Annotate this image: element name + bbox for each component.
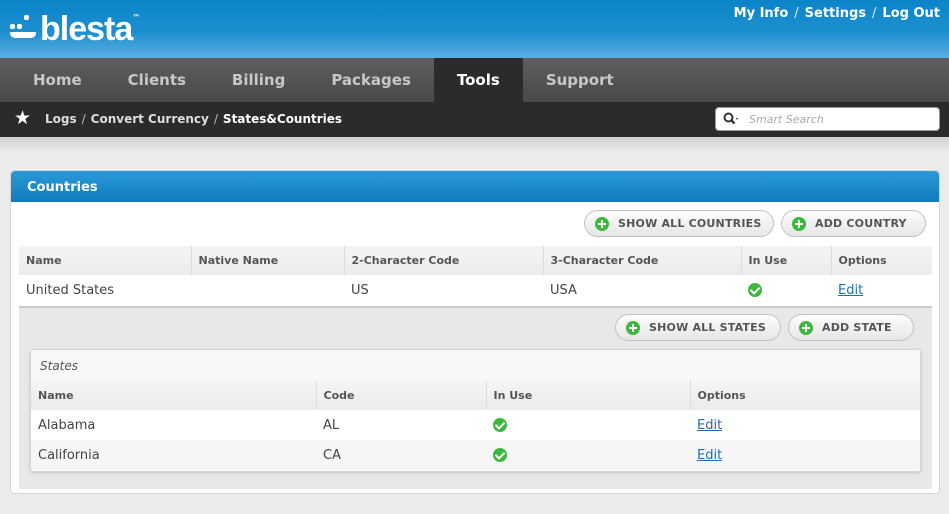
nav-item-packages[interactable]: Packages <box>308 58 434 102</box>
top-links: My Info / Settings / Log Out <box>734 6 940 21</box>
search-icon[interactable] <box>723 112 739 126</box>
countries-panel: Countries SHOW ALL COUNTRIES ADD COUNTRY… <box>10 170 940 494</box>
countries-table: Name Native Name 2-Character Code 3-Char… <box>19 246 932 305</box>
show-all-states-label: SHOW ALL STATES <box>649 321 766 334</box>
star-icon[interactable]: ★ <box>14 109 31 128</box>
main-nav: Home Clients Billing Packages Tools Supp… <box>0 58 949 102</box>
smart-search <box>715 107 940 131</box>
edit-country-link[interactable]: Edit <box>838 283 863 298</box>
breadcrumb-separator: / <box>81 112 86 126</box>
show-all-countries-button[interactable]: SHOW ALL COUNTRIES <box>584 210 774 237</box>
table-header-row: Name Code In Use Options <box>31 381 920 410</box>
states-panel: States Name Code In Use Options Alabama … <box>30 349 921 472</box>
add-country-label: ADD COUNTRY <box>815 217 907 230</box>
add-country-button[interactable]: ADD COUNTRY <box>781 210 926 237</box>
breadcrumb-separator: / <box>213 112 218 126</box>
options-cell: Edit <box>831 275 932 305</box>
column-header: In Use <box>741 246 832 275</box>
options-cell: Edit <box>690 440 920 470</box>
column-header: In Use <box>486 381 691 410</box>
column-header: 3-Character Code <box>543 246 742 275</box>
add-state-button[interactable]: ADD STATE <box>788 314 914 341</box>
state-name: California <box>31 440 316 470</box>
state-code: CA <box>316 440 486 470</box>
state-code: AL <box>323 417 340 433</box>
column-header: 2-Character Code <box>344 246 544 275</box>
breadcrumb-convert-currency[interactable]: Convert Currency <box>91 112 209 126</box>
in-use-cell <box>741 275 831 305</box>
state-name: Alabama <box>38 417 96 433</box>
options-cell: Edit <box>690 410 920 440</box>
settings-link[interactable]: Settings <box>805 6 866 21</box>
check-icon <box>748 283 762 297</box>
states-panel-title: States <box>31 350 920 381</box>
breadcrumb-logs[interactable]: Logs <box>45 112 77 126</box>
country-native-name <box>191 275 344 305</box>
link-separator: / <box>794 6 799 21</box>
logo-mark-icon <box>10 15 38 43</box>
my-info-link[interactable]: My Info <box>734 6 789 21</box>
in-use-cell <box>486 410 690 440</box>
blesta-logo[interactable]: blesta ™ <box>10 12 140 46</box>
table-row[interactable]: Alabama AL Edit <box>31 410 920 440</box>
edit-state-link[interactable]: Edit <box>697 418 722 433</box>
nav-item-tools[interactable]: Tools <box>433 58 523 102</box>
header-shadow <box>0 137 949 151</box>
check-icon <box>493 418 507 432</box>
logo-trademark: ™ <box>132 12 141 22</box>
country-code-2: US <box>351 282 369 298</box>
log-out-link[interactable]: Log Out <box>882 6 940 21</box>
breadcrumb-current: States&Countries <box>222 112 343 126</box>
link-separator: / <box>872 6 877 21</box>
nav-item-billing[interactable]: Billing <box>209 58 308 102</box>
countries-panel-title: Countries <box>11 171 939 202</box>
plus-icon <box>595 216 609 231</box>
add-state-label: ADD STATE <box>822 321 892 334</box>
column-header: Options <box>690 381 920 410</box>
nav-item-support[interactable]: Support <box>523 58 637 102</box>
country-code-3: USA <box>550 282 577 298</box>
nav-item-home[interactable]: Home <box>10 58 105 102</box>
table-row[interactable]: United States US USA Edit <box>19 275 932 305</box>
country-expanded-row: SHOW ALL STATES ADD STATE States Name Co… <box>19 306 932 489</box>
in-use-cell <box>486 440 690 470</box>
edit-state-link[interactable]: Edit <box>697 448 722 463</box>
table-row[interactable]: California CA Edit <box>31 440 920 470</box>
app-header: blesta ™ My Info / Settings / Log Out <box>0 0 949 58</box>
column-header: Code <box>316 381 487 410</box>
table-header-row: Name Native Name 2-Character Code 3-Char… <box>19 246 932 275</box>
column-header: Native Name <box>191 246 345 275</box>
column-header: Name <box>31 381 317 410</box>
breadcrumb: Logs / Convert Currency / States&Countri… <box>45 112 342 126</box>
nav-item-clients[interactable]: Clients <box>105 58 209 102</box>
country-name: United States <box>26 282 115 298</box>
logo-text: blesta <box>40 10 133 48</box>
check-icon <box>493 448 507 462</box>
plus-icon <box>626 320 640 335</box>
plus-icon <box>799 320 813 335</box>
show-all-states-button[interactable]: SHOW ALL STATES <box>615 314 781 341</box>
column-header: Name <box>19 246 192 275</box>
states-table: Name Code In Use Options Alabama AL Edit <box>31 381 920 470</box>
search-input[interactable] <box>749 111 934 127</box>
column-header: Options <box>831 246 932 275</box>
show-all-countries-label: SHOW ALL COUNTRIES <box>618 217 762 230</box>
plus-icon <box>792 216 806 231</box>
